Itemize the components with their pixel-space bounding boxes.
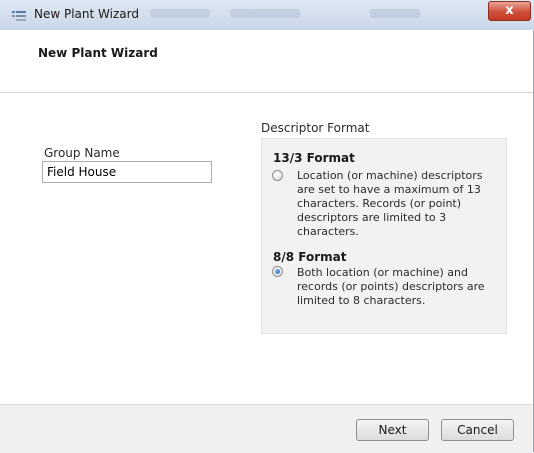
page-title: New Plant Wizard [38,46,158,60]
title-bar-background-ghost [150,4,450,24]
group-name-label: Group Name [44,146,120,160]
format-8-8-radio[interactable] [272,266,283,277]
format-8-8-title: 8/8 Format [273,250,347,264]
group-name-input[interactable] [42,161,212,183]
cancel-button[interactable]: Cancel [441,419,514,441]
window-title: New Plant Wizard [34,7,139,21]
title-bar[interactable]: New Plant Wizard x [0,0,534,31]
app-icon [12,9,26,21]
format-8-8-description: Both location (or machine) and records (… [297,266,485,307]
wizard-window: New Plant Wizard x New Plant Wizard Grou… [0,0,534,453]
next-button[interactable]: Next [356,419,429,441]
wizard-content: Group Name Descriptor Format 13/3 Format… [0,93,533,404]
close-icon: x [505,3,514,18]
wizard-footer: Next Cancel [0,404,533,453]
format-13-3-description: Location (or machine) descriptors are se… [297,169,483,238]
wizard-header: New Plant Wizard [0,30,533,93]
descriptor-format-heading: Descriptor Format [261,121,370,135]
close-button[interactable]: x [488,1,531,21]
descriptor-format-panel: 13/3 Format Location (or machine) descri… [261,138,507,334]
format-13-3-radio[interactable] [272,170,283,181]
format-13-3-title: 13/3 Format [273,151,355,165]
